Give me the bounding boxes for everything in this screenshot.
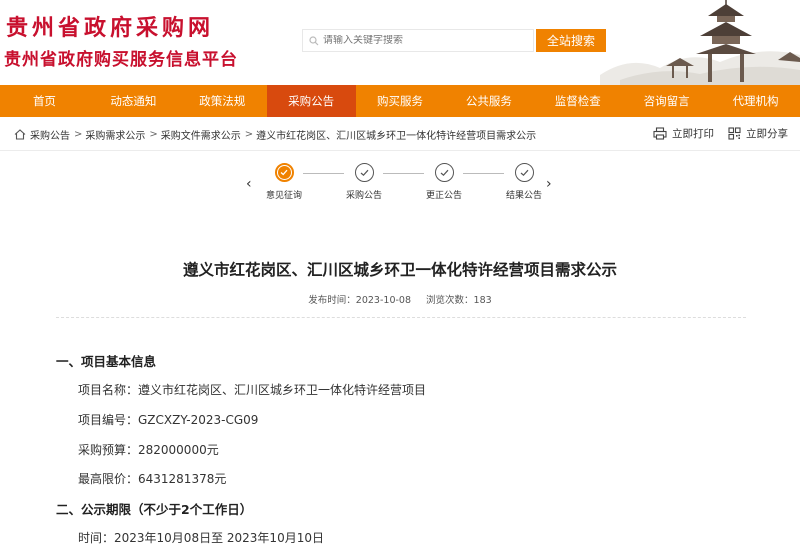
breadcrumb-item-procurement-notices[interactable]: 采购公告 [30,127,70,142]
site-subtitle[interactable]: 贵州省政府购买服务信息平台 [4,45,238,70]
share-button[interactable]: 立即分享 [728,126,788,141]
check-icon [514,163,534,182]
print-label: 立即打印 [672,128,714,140]
site-title[interactable]: 贵州省政府采购网 [6,10,214,42]
nav-item-policies[interactable]: 政策法规 [178,85,267,117]
field-notice-period: 时间：2023年10月08日至 2023年10月10日 [78,531,324,545]
breadcrumb: 采购公告 > 采购需求公示 > 采购文件需求公示 > 遵义市红花岗区、汇川区城乡… [14,127,539,142]
title-divider [56,317,746,318]
nav-item-supervision[interactable]: 监督检查 [533,85,622,117]
progress-step-result-notice[interactable]: 结果公告 [494,163,554,201]
progress-step-label: 更正公告 [425,191,462,201]
breadcrumb-bar: 采购公告 > 采购需求公示 > 采购文件需求公示 > 遵义市红花岗区、汇川区城乡… [0,117,800,151]
section-heading-basic-info: 一、项目基本信息 [56,354,157,369]
progress-step-correction-notice[interactable]: 更正公告 [414,163,474,201]
breadcrumb-separator: > [244,129,254,140]
share-label: 立即分享 [746,128,788,140]
field-budget: 采购预算：282000000元 [78,443,219,457]
nav-item-news[interactable]: 动态通知 [89,85,178,117]
search-box [302,29,534,52]
nav-item-procurement-notices[interactable]: 采购公告 [266,85,356,117]
main-nav: 首页 动态通知 政策法规 采购公告 购买服务 公共服务 监督检查 咨询留言 代理… [0,85,800,117]
progress-step-label: 意见征询 [265,191,302,201]
progress-next-arrow[interactable]: › [546,176,552,192]
pavilion-scenery-image [600,0,800,85]
check-icon [354,163,374,182]
article-meta: 发布时间：2023-10-08 浏览次数：183 [0,292,800,306]
search-icon [309,35,319,45]
breadcrumb-item-demand-notices[interactable]: 采购需求公示 [85,127,145,142]
page-tools: 立即打印 立即分享 [639,126,788,141]
announcement-progress: ‹ 意见征询 采购公告 更正公告 结果公告 › [240,158,560,208]
progress-step-procurement-notice[interactable]: 采购公告 [334,163,394,201]
breadcrumb-item-current: 遵义市红花岗区、汇川区城乡环卫一体化特许经营项目需求公示 [256,131,537,142]
publish-time: 发布时间：2023-10-08 [308,295,412,306]
home-icon[interactable] [14,129,26,140]
check-icon [274,163,294,182]
breadcrumb-item-document-demand-notices[interactable]: 采购文件需求公示 [161,127,241,142]
view-count: 浏览次数：183 [426,295,492,306]
search-input[interactable] [323,35,523,46]
field-project-name: 项目名称：遵义市红花岗区、汇川区城乡环卫一体化特许经营项目 [78,383,427,397]
nav-item-agencies[interactable]: 代理机构 [711,85,800,117]
print-button[interactable]: 立即打印 [653,126,714,141]
field-max-price: 最高限价：6431281378元 [78,472,227,486]
progress-step-label: 结果公告 [505,191,542,201]
field-project-number: 项目编号：GZCXZY-2023-CG09 [78,413,259,427]
progress-step-label: 采购公告 [345,191,382,201]
nav-item-public-services[interactable]: 公共服务 [444,85,533,117]
breadcrumb-separator: > [149,129,158,140]
qr-code-icon [728,127,741,140]
nav-item-purchase-services[interactable]: 购买服务 [356,85,445,117]
nav-item-consultation[interactable]: 咨询留言 [622,85,711,117]
progress-step-consultation[interactable]: 意见征询 [254,163,314,201]
progress-prev-arrow[interactable]: ‹ [246,176,252,192]
printer-icon [653,127,667,140]
article-title: 遵义市红花岗区、汇川区城乡环卫一体化特许经营项目需求公示 [182,261,617,279]
site-header: 贵州省政府采购网 贵州省政府购买服务信息平台 全站搜索 [0,0,800,85]
check-icon [434,163,454,182]
breadcrumb-separator: > [74,129,83,140]
section-heading-notice-period: 二、公示期限（不少于2个工作日） [56,502,253,517]
nav-item-home[interactable]: 首页 [0,85,89,117]
search-button[interactable]: 全站搜索 [536,29,606,52]
